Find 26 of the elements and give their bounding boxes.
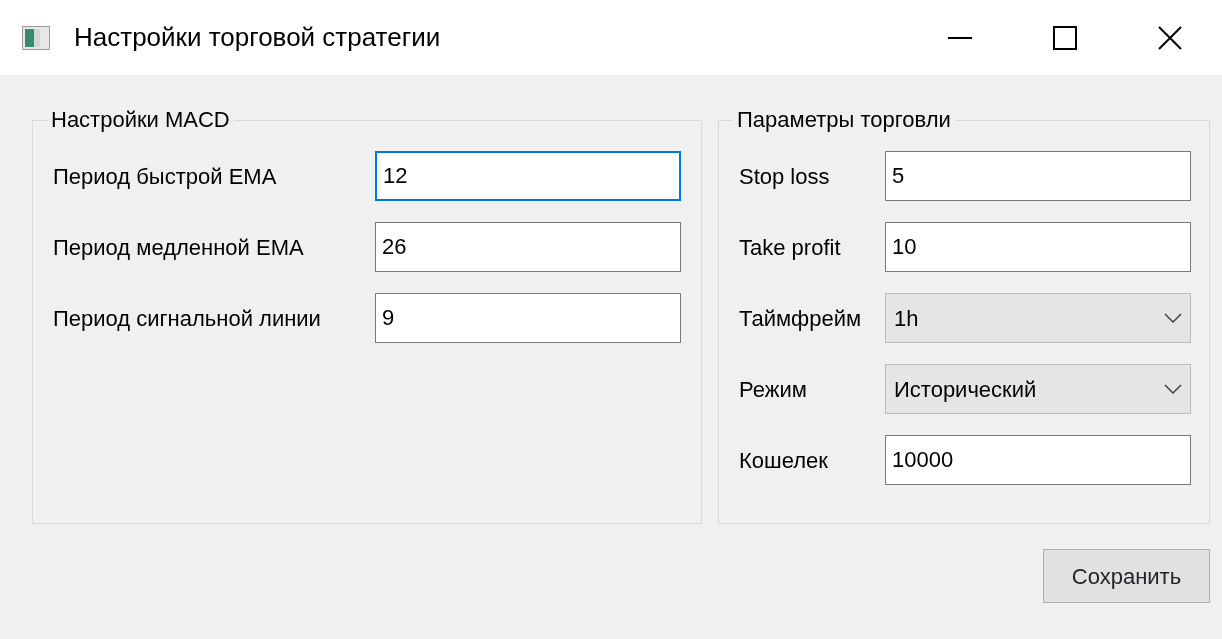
input-field[interactable]: 26 bbox=[375, 222, 681, 272]
maximize-icon bbox=[1052, 25, 1077, 50]
dropdown[interactable]: 1h bbox=[885, 293, 1191, 343]
group-title: Параметры торговли bbox=[736, 109, 952, 131]
input-field[interactable]: 5 bbox=[885, 151, 1191, 201]
window-title: Настройки торговой стратегии bbox=[74, 21, 441, 54]
app-icon bbox=[22, 25, 50, 50]
field-label: Таймфрейм bbox=[739, 304, 863, 333]
field-label: Период сигнальной линии bbox=[53, 304, 322, 333]
field-label: Период медленной EMA bbox=[53, 233, 305, 262]
input-field[interactable]: 10000 bbox=[885, 435, 1191, 485]
chevron-down-icon bbox=[1164, 384, 1182, 394]
group-title: Настройки MACD bbox=[50, 109, 231, 131]
input-field[interactable]: 12 bbox=[375, 151, 681, 201]
minimize-icon bbox=[947, 36, 972, 39]
close-icon bbox=[1157, 25, 1182, 50]
save-button[interactable]: Сохранить bbox=[1043, 549, 1210, 603]
field-label: Stop loss bbox=[739, 162, 831, 191]
field-label: Кошелек bbox=[739, 446, 829, 475]
field-label: Режим bbox=[739, 375, 808, 404]
chevron-down-icon bbox=[1164, 313, 1182, 323]
input-field[interactable]: 9 bbox=[375, 293, 681, 343]
input-field[interactable]: 10 bbox=[885, 222, 1191, 272]
field-label: Период быстрой EMA bbox=[53, 162, 278, 191]
field-label: Take profit bbox=[739, 233, 842, 262]
dropdown[interactable]: Исторический bbox=[885, 364, 1191, 414]
